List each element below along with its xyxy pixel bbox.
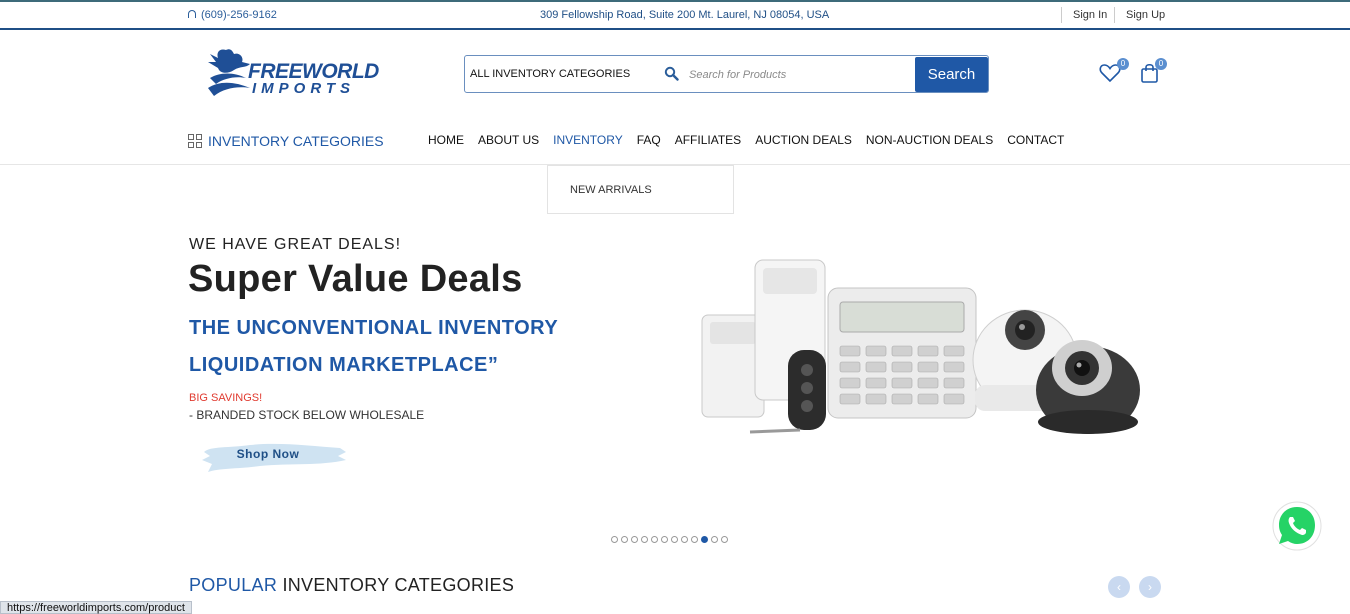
wishlist-button[interactable]: 0 (1099, 58, 1129, 85)
hero-subtitle-line2: LIQUIDATION MARKETPLACE” (189, 354, 499, 376)
sign-up-link[interactable]: Sign Up (1114, 7, 1165, 23)
nav-item-faq[interactable]: FAQ (637, 133, 661, 147)
popular-heading-accent: POPULAR (189, 575, 278, 595)
store-address: 309 Fellowship Road, Suite 200 Mt. Laure… (540, 9, 830, 21)
chevron-left-icon: ‹ (1117, 580, 1121, 594)
grid-icon (188, 134, 202, 148)
slider-dot[interactable] (621, 536, 628, 543)
status-bar-url: https://freeworldimports.com/product (0, 601, 192, 614)
search-input[interactable] (689, 65, 909, 85)
headset-icon (188, 10, 196, 18)
search-icon (664, 66, 679, 81)
slider-dot[interactable] (691, 536, 698, 543)
slider-dot[interactable] (651, 536, 658, 543)
logo-text-line2: IMPORTS (252, 80, 356, 97)
slider-dot[interactable] (701, 536, 708, 543)
hero-description: - BRANDED STOCK BELOW WHOLESALE (189, 408, 425, 422)
slider-dot[interactable] (711, 536, 718, 543)
site-logo[interactable]: FREEWORLD IMPORTS (206, 44, 379, 102)
popular-categories-heading: POPULAR INVENTORY CATEGORIES (189, 575, 514, 596)
popular-heading-rest: INVENTORY CATEGORIES (282, 575, 515, 595)
slider-dot[interactable] (661, 536, 668, 543)
dropdown-item-new-arrivals[interactable]: NEW ARRIVALS (570, 184, 652, 196)
carousel-next-button[interactable]: › (1139, 576, 1161, 598)
nav-item-contact[interactable]: CONTACT (1007, 133, 1064, 147)
nav-item-auction-deals[interactable]: AUCTION DEALS (755, 133, 852, 147)
carousel-prev-button[interactable]: ‹ (1108, 576, 1130, 598)
cart-button[interactable]: 0 (1140, 58, 1170, 85)
cart-count-badge: 0 (1155, 58, 1167, 70)
main-nav: HOME ABOUT US INVENTORY FAQ AFFILIATES A… (428, 133, 1064, 147)
phone-number: (609)-256-9162 (201, 9, 277, 21)
nav-item-about-us[interactable]: ABOUT US (478, 133, 539, 147)
nav-item-affiliates[interactable]: AFFILIATES (675, 133, 741, 147)
slider-dot[interactable] (631, 536, 638, 543)
inventory-categories-button[interactable]: INVENTORY CATEGORIES (188, 133, 384, 149)
hero-title: Super Value Deals (188, 258, 523, 300)
nav-item-home[interactable]: HOME (428, 133, 464, 147)
hero-kicker: WE HAVE GREAT DEALS! (189, 236, 402, 253)
search-button[interactable]: Search (915, 57, 988, 92)
inventory-categories-label: INVENTORY CATEGORIES (208, 133, 384, 149)
top-bar: (609)-256-9162 309 Fellowship Road, Suit… (0, 0, 1350, 30)
inventory-dropdown: NEW ARRIVALS (547, 165, 734, 214)
hero-highlight: BIG SAVINGS! (189, 392, 263, 404)
hero-product-image (701, 259, 1140, 434)
slider-dot[interactable] (671, 536, 678, 543)
category-select[interactable]: ALL INVENTORY CATEGORIES (470, 68, 630, 80)
wishlist-count-badge: 0 (1117, 58, 1129, 70)
nav-item-inventory[interactable]: INVENTORY (553, 133, 623, 147)
search-bar: ALL INVENTORY CATEGORIES Search (464, 55, 989, 93)
phone-contact[interactable]: (609)-256-9162 (188, 9, 277, 21)
slider-dot[interactable] (721, 536, 728, 543)
shop-now-button[interactable]: Shop Now (200, 438, 348, 474)
chevron-right-icon: › (1148, 580, 1152, 594)
slider-dot[interactable] (611, 536, 618, 543)
hero-subtitle-line1: THE UNCONVENTIONAL INVENTORY (189, 317, 559, 339)
sign-in-link[interactable]: Sign In (1061, 7, 1107, 23)
slider-dot[interactable] (681, 536, 688, 543)
slider-pagination (611, 536, 728, 543)
shop-now-label: Shop Now (236, 447, 300, 461)
slider-dot[interactable] (641, 536, 648, 543)
whatsapp-icon[interactable] (1272, 501, 1322, 551)
nav-item-non-auction-deals[interactable]: NON-AUCTION DEALS (866, 133, 993, 147)
